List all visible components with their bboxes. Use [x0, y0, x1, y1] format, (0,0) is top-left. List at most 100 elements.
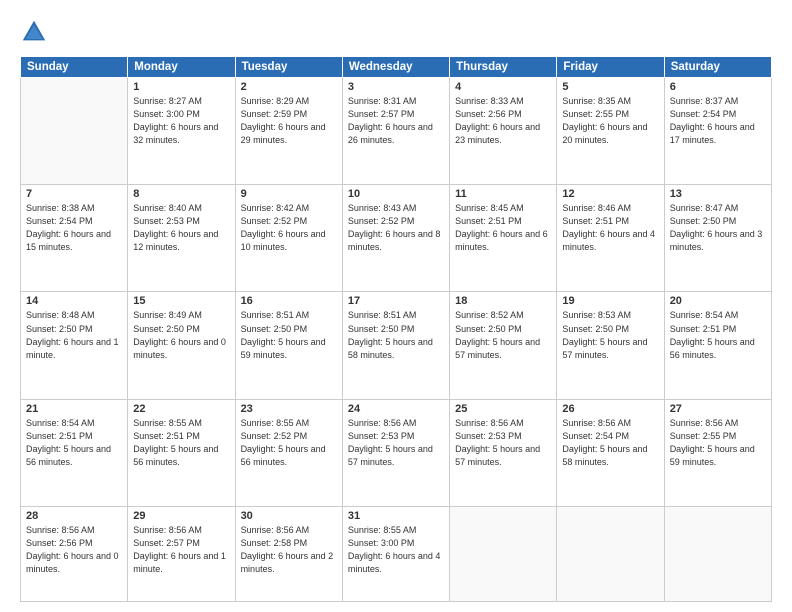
day-number: 10: [348, 188, 444, 200]
calendar-week-2: 7 Sunrise: 8:38 AMSunset: 2:54 PMDaylight…: [21, 185, 772, 292]
calendar-cell: 22Sunrise: 8:55 AMSunset: 2:51 PMDayligh…: [128, 399, 235, 506]
day-info: Sunrise: 8:56 AMSunset: 2:55 PMDaylight:…: [670, 417, 766, 469]
page: SundayMondayTuesdayWednesdayThursdayFrid…: [0, 0, 792, 612]
calendar-week-4: 21 Sunrise: 8:54 AMSunset: 2:51 PMDayligh…: [21, 399, 772, 506]
day-info: Sunrise: 8:31 AMSunset: 2:57 PMDaylight:…: [348, 95, 444, 147]
day-number: 6: [670, 81, 766, 93]
day-info: Sunrise: 8:47 AMSunset: 2:50 PMDaylight:…: [670, 202, 766, 254]
day-info: Sunrise: 8:42 AMSunset: 2:52 PMDaylight:…: [241, 202, 337, 254]
calendar-cell: 21 Sunrise: 8:54 AMSunset: 2:51 PMDayligh…: [21, 399, 128, 506]
header: [20, 18, 772, 46]
day-info: Sunrise: 8:55 AMSunset: 2:51 PMDaylight:…: [133, 417, 229, 469]
calendar-cell: 14 Sunrise: 8:48 AMSunset: 2:50 PMDayligh…: [21, 292, 128, 399]
day-info: Sunrise: 8:48 AMSunset: 2:50 PMDaylight:…: [26, 309, 122, 361]
calendar-table: SundayMondayTuesdayWednesdayThursdayFrid…: [20, 56, 772, 602]
weekday-header-sunday: Sunday: [21, 57, 128, 78]
calendar-cell: 4 Sunrise: 8:33 AMSunset: 2:56 PMDaylight…: [450, 78, 557, 185]
day-number: 2: [241, 81, 337, 93]
day-number: 4: [455, 81, 551, 93]
calendar-week-5: 28 Sunrise: 8:56 AMSunset: 2:56 PMDayligh…: [21, 506, 772, 601]
day-info: Sunrise: 8:33 AMSunset: 2:56 PMDaylight:…: [455, 95, 551, 147]
day-number: 26: [562, 403, 658, 415]
weekday-header-friday: Friday: [557, 57, 664, 78]
day-number: 25: [455, 403, 551, 415]
day-info: Sunrise: 8:56 AMSunset: 2:56 PMDaylight:…: [26, 524, 122, 576]
calendar-cell: 6Sunrise: 8:37 AMSunset: 2:54 PMDaylight…: [664, 78, 771, 185]
calendar-cell: 17Sunrise: 8:51 AMSunset: 2:50 PMDayligh…: [342, 292, 449, 399]
day-number: 27: [670, 403, 766, 415]
calendar-cell: 18 Sunrise: 8:52 AMSunset: 2:50 PMDayligh…: [450, 292, 557, 399]
weekday-header-tuesday: Tuesday: [235, 57, 342, 78]
day-number: 19: [562, 295, 658, 307]
calendar-cell: 10Sunrise: 8:43 AMSunset: 2:52 PMDayligh…: [342, 185, 449, 292]
calendar-cell: 31 Sunrise: 8:55 AMSunset: 3:00 PMDayligh…: [342, 506, 449, 601]
calendar-cell: [664, 506, 771, 601]
calendar-cell: 20Sunrise: 8:54 AMSunset: 2:51 PMDayligh…: [664, 292, 771, 399]
day-number: 11: [455, 188, 551, 200]
calendar-cell: [450, 506, 557, 601]
weekday-header-monday: Monday: [128, 57, 235, 78]
day-info: Sunrise: 8:56 AMSunset: 2:54 PMDaylight:…: [562, 417, 658, 469]
calendar-cell: [557, 506, 664, 601]
day-number: 18: [455, 295, 551, 307]
day-number: 5: [562, 81, 658, 93]
calendar-cell: [21, 78, 128, 185]
calendar-cell: 27 Sunrise: 8:56 AMSunset: 2:55 PMDayligh…: [664, 399, 771, 506]
calendar-cell: 16 Sunrise: 8:51 AMSunset: 2:50 PMDayligh…: [235, 292, 342, 399]
day-info: Sunrise: 8:55 AMSunset: 3:00 PMDaylight:…: [348, 524, 444, 576]
calendar-cell: 11 Sunrise: 8:45 AMSunset: 2:51 PMDayligh…: [450, 185, 557, 292]
calendar-cell: 3Sunrise: 8:31 AMSunset: 2:57 PMDaylight…: [342, 78, 449, 185]
calendar-cell: 8Sunrise: 8:40 AMSunset: 2:53 PMDaylight…: [128, 185, 235, 292]
day-number: 20: [670, 295, 766, 307]
day-info: Sunrise: 8:38 AMSunset: 2:54 PMDaylight:…: [26, 202, 122, 254]
calendar-week-3: 14 Sunrise: 8:48 AMSunset: 2:50 PMDayligh…: [21, 292, 772, 399]
weekday-header-thursday: Thursday: [450, 57, 557, 78]
day-info: Sunrise: 8:35 AMSunset: 2:55 PMDaylight:…: [562, 95, 658, 147]
day-number: 1: [133, 81, 229, 93]
day-info: Sunrise: 8:56 AMSunset: 2:57 PMDaylight:…: [133, 524, 229, 576]
calendar-cell: 15Sunrise: 8:49 AMSunset: 2:50 PMDayligh…: [128, 292, 235, 399]
logo-icon: [20, 18, 48, 46]
day-number: 21: [26, 403, 122, 415]
calendar-cell: 25 Sunrise: 8:56 AMSunset: 2:53 PMDayligh…: [450, 399, 557, 506]
calendar-cell: 1 Sunrise: 8:27 AMSunset: 3:00 PMDaylight…: [128, 78, 235, 185]
day-info: Sunrise: 8:27 AMSunset: 3:00 PMDaylight:…: [133, 95, 229, 147]
day-number: 16: [241, 295, 337, 307]
calendar-cell: 30Sunrise: 8:56 AMSunset: 2:58 PMDayligh…: [235, 506, 342, 601]
calendar-cell: 29 Sunrise: 8:56 AMSunset: 2:57 PMDayligh…: [128, 506, 235, 601]
calendar-cell: 2 Sunrise: 8:29 AMSunset: 2:59 PMDaylight…: [235, 78, 342, 185]
calendar-cell: 19 Sunrise: 8:53 AMSunset: 2:50 PMDayligh…: [557, 292, 664, 399]
day-info: Sunrise: 8:56 AMSunset: 2:53 PMDaylight:…: [455, 417, 551, 469]
day-number: 9: [241, 188, 337, 200]
calendar-week-1: 1 Sunrise: 8:27 AMSunset: 3:00 PMDaylight…: [21, 78, 772, 185]
weekday-header-wednesday: Wednesday: [342, 57, 449, 78]
calendar-cell: 26 Sunrise: 8:56 AMSunset: 2:54 PMDayligh…: [557, 399, 664, 506]
day-info: Sunrise: 8:29 AMSunset: 2:59 PMDaylight:…: [241, 95, 337, 147]
day-number: 23: [241, 403, 337, 415]
day-info: Sunrise: 8:53 AMSunset: 2:50 PMDaylight:…: [562, 309, 658, 361]
calendar-cell: 28 Sunrise: 8:56 AMSunset: 2:56 PMDayligh…: [21, 506, 128, 601]
day-number: 7: [26, 188, 122, 200]
day-info: Sunrise: 8:45 AMSunset: 2:51 PMDaylight:…: [455, 202, 551, 254]
calendar-cell: 24 Sunrise: 8:56 AMSunset: 2:53 PMDayligh…: [342, 399, 449, 506]
day-number: 29: [133, 510, 229, 522]
calendar-cell: 7 Sunrise: 8:38 AMSunset: 2:54 PMDaylight…: [21, 185, 128, 292]
day-info: Sunrise: 8:52 AMSunset: 2:50 PMDaylight:…: [455, 309, 551, 361]
day-number: 24: [348, 403, 444, 415]
day-info: Sunrise: 8:54 AMSunset: 2:51 PMDaylight:…: [26, 417, 122, 469]
day-number: 14: [26, 295, 122, 307]
calendar-cell: 23 Sunrise: 8:55 AMSunset: 2:52 PMDayligh…: [235, 399, 342, 506]
day-info: Sunrise: 8:46 AMSunset: 2:51 PMDaylight:…: [562, 202, 658, 254]
day-info: Sunrise: 8:56 AMSunset: 2:58 PMDaylight:…: [241, 524, 337, 576]
day-info: Sunrise: 8:51 AMSunset: 2:50 PMDaylight:…: [241, 309, 337, 361]
calendar-cell: 12 Sunrise: 8:46 AMSunset: 2:51 PMDayligh…: [557, 185, 664, 292]
day-info: Sunrise: 8:40 AMSunset: 2:53 PMDaylight:…: [133, 202, 229, 254]
day-number: 12: [562, 188, 658, 200]
day-number: 28: [26, 510, 122, 522]
day-info: Sunrise: 8:56 AMSunset: 2:53 PMDaylight:…: [348, 417, 444, 469]
calendar-cell: 13 Sunrise: 8:47 AMSunset: 2:50 PMDayligh…: [664, 185, 771, 292]
day-number: 31: [348, 510, 444, 522]
day-info: Sunrise: 8:55 AMSunset: 2:52 PMDaylight:…: [241, 417, 337, 469]
logo: [20, 18, 52, 46]
day-number: 13: [670, 188, 766, 200]
